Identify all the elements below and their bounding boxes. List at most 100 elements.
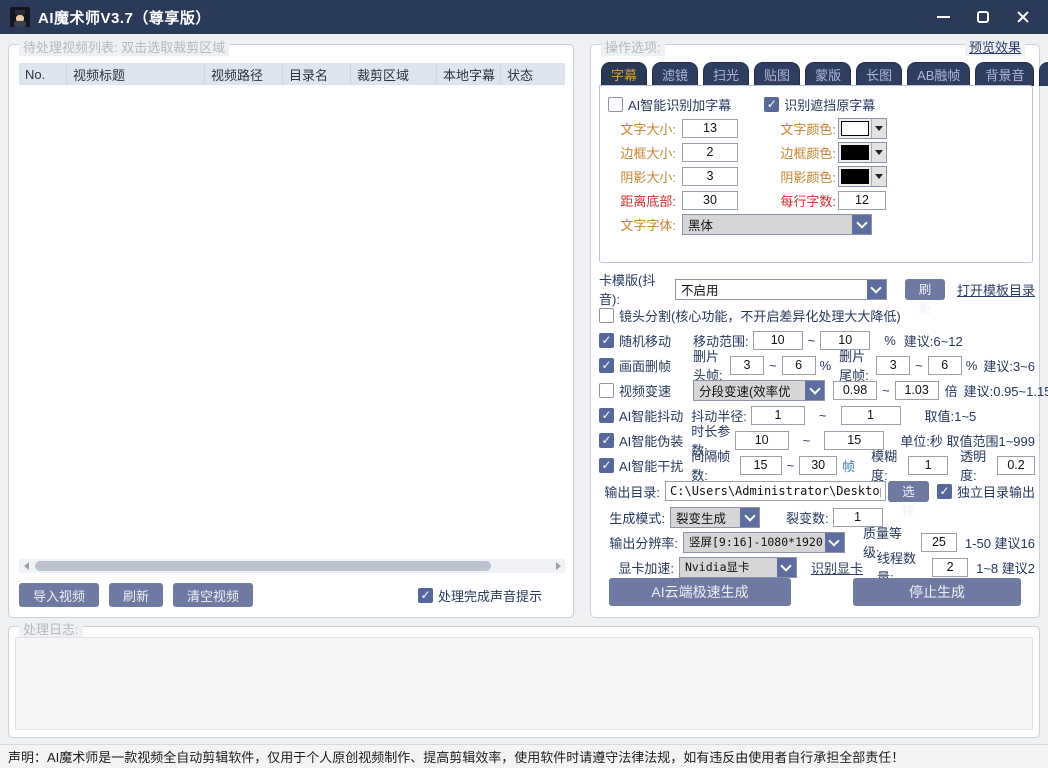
options-group-label: 操作选项:	[601, 37, 665, 56]
head-frames-to-field[interactable]	[782, 356, 816, 375]
speed-mode-select[interactable]: 分段变速(效率优	[693, 380, 825, 401]
clear-videos-button[interactable]: 清空视频	[173, 583, 253, 607]
tail-frames-from-field[interactable]	[876, 356, 910, 375]
frame-delete-checkbox[interactable]	[599, 358, 614, 373]
scroll-left-icon[interactable]	[19, 559, 33, 573]
random-move-checkbox[interactable]	[599, 333, 614, 348]
shake-radius-to-field[interactable]	[841, 406, 901, 425]
ai-interfere-label: AI智能干扰	[619, 456, 683, 475]
col-crop[interactable]: 裁剪区域	[351, 63, 437, 85]
independent-output-checkbox[interactable]	[937, 484, 952, 499]
text-color-swatch	[841, 121, 869, 136]
tab-bg-audio[interactable]: 背景音	[975, 62, 1034, 86]
resolution-value: 竖屏[9:16]-1080*1920	[684, 533, 825, 552]
tail-frames-to-field[interactable]	[928, 356, 962, 375]
head-frames-from-field[interactable]	[730, 356, 764, 375]
sound-alert-checkbox[interactable]	[418, 588, 433, 603]
minimize-icon	[937, 16, 950, 18]
scrollbar-track[interactable]	[33, 561, 551, 571]
quality-hint: 1-50 建议16	[965, 533, 1035, 552]
tab-sweep-light[interactable]: 扫光	[703, 62, 749, 86]
tab-filter[interactable]: 滤镜	[652, 62, 698, 86]
resolution-select[interactable]: 竖屏[9:16]-1080*1920	[683, 532, 845, 553]
ai-add-subtitle-checkbox[interactable]	[608, 97, 623, 112]
opacity-field[interactable]	[997, 456, 1035, 475]
gpu-select[interactable]: Nvidia显卡	[679, 557, 797, 578]
shadow-size-label: 阴影大小:	[600, 167, 676, 186]
lens-split-checkbox[interactable]	[599, 308, 614, 323]
tab-sticker[interactable]: 贴图	[754, 62, 800, 86]
chevron-down-icon	[805, 381, 824, 400]
col-no[interactable]: No.	[19, 63, 67, 85]
scrollbar-thumb[interactable]	[35, 561, 491, 571]
chevron-down-icon	[740, 508, 759, 527]
border-color-combo[interactable]	[838, 142, 887, 163]
bottom-distance-field[interactable]	[682, 191, 738, 210]
import-video-button[interactable]: 导入视频	[19, 583, 99, 607]
fission-count-label: 裂变数:	[786, 508, 829, 527]
refresh-template-button[interactable]: 刷新	[905, 279, 945, 300]
speed-unit: 倍	[945, 381, 958, 400]
ai-interfere-checkbox[interactable]	[599, 458, 614, 473]
speed-from-field[interactable]	[833, 381, 877, 400]
tilde: ~	[915, 358, 923, 373]
cloud-generate-button[interactable]: AI云端极速生成	[609, 578, 791, 606]
refresh-list-button[interactable]: 刷新	[109, 583, 163, 607]
speed-to-field[interactable]	[895, 381, 939, 400]
log-area[interactable]	[15, 637, 1033, 730]
gpu-value: Nvidia显卡	[680, 558, 777, 577]
interval-from-field[interactable]	[740, 456, 782, 475]
opacity-label: 透明度:	[960, 446, 994, 484]
tilde: ~	[787, 458, 795, 473]
open-template-dir-link[interactable]: 打开模板目录	[957, 280, 1035, 299]
move-range-from-field[interactable]	[753, 331, 803, 350]
shake-radius-from-field[interactable]	[751, 406, 805, 425]
horizontal-scrollbar[interactable]	[19, 559, 565, 573]
blur-field[interactable]	[908, 456, 948, 475]
tilde: ~	[808, 333, 816, 348]
ai-shake-checkbox[interactable]	[599, 408, 614, 423]
gen-mode-select[interactable]: 裂变生成	[670, 507, 760, 528]
threads-field[interactable]	[932, 558, 968, 577]
tab-subtitle[interactable]: 字幕	[601, 62, 647, 86]
mask-original-checkbox[interactable]	[764, 97, 779, 112]
frame-delete-hint: 建议:3~6	[983, 356, 1035, 375]
choose-dir-button[interactable]: 选择	[888, 481, 929, 502]
independent-output-label: 独立目录输出	[957, 482, 1035, 501]
col-dir[interactable]: 目录名	[283, 63, 351, 85]
scroll-right-icon[interactable]	[551, 559, 565, 573]
text-color-combo[interactable]	[838, 118, 887, 139]
col-subtitle[interactable]: 本地字幕	[437, 63, 501, 85]
tab-ab-blend[interactable]: AB融帧	[907, 62, 970, 86]
duration-from-field[interactable]	[735, 431, 789, 450]
speed-change-checkbox[interactable]	[599, 383, 614, 398]
output-dir-input[interactable]	[665, 481, 886, 501]
shadow-size-field[interactable]	[682, 167, 738, 186]
tab-long-image[interactable]: 长图	[856, 62, 902, 86]
minimize-button[interactable]	[928, 4, 958, 30]
col-status[interactable]: 状态	[501, 63, 563, 85]
col-path[interactable]: 视频路径	[205, 63, 283, 85]
text-size-label: 文字大小:	[600, 119, 676, 138]
text-size-field[interactable]	[682, 119, 738, 138]
font-select[interactable]: 黑体	[682, 214, 872, 235]
chars-per-line-field[interactable]	[838, 191, 886, 210]
gen-mode-label: 生成模式:	[599, 508, 665, 527]
interval-to-field[interactable]	[799, 456, 837, 475]
tab-other[interactable]: 其他	[1039, 62, 1048, 86]
col-title[interactable]: 视频标题	[67, 63, 205, 85]
detect-gpu-link[interactable]: 识别显卡	[811, 558, 863, 577]
preview-effect-link[interactable]: 预览效果	[965, 37, 1025, 56]
ai-disguise-label: AI智能伪装	[619, 431, 683, 450]
stop-generate-button[interactable]: 停止生成	[853, 578, 1021, 606]
tab-mask[interactable]: 蒙版	[805, 62, 851, 86]
maximize-button[interactable]	[968, 4, 998, 30]
video-list-body[interactable]	[19, 85, 565, 557]
title-bar: AI魔术师V3.7（尊享版）	[0, 0, 1048, 34]
close-button[interactable]	[1008, 4, 1038, 30]
ai-disguise-checkbox[interactable]	[599, 433, 614, 448]
template-select[interactable]: 不启用	[675, 279, 887, 300]
border-size-field[interactable]	[682, 143, 738, 162]
interval-unit: 帧	[842, 456, 855, 475]
shadow-color-combo[interactable]	[838, 166, 887, 187]
